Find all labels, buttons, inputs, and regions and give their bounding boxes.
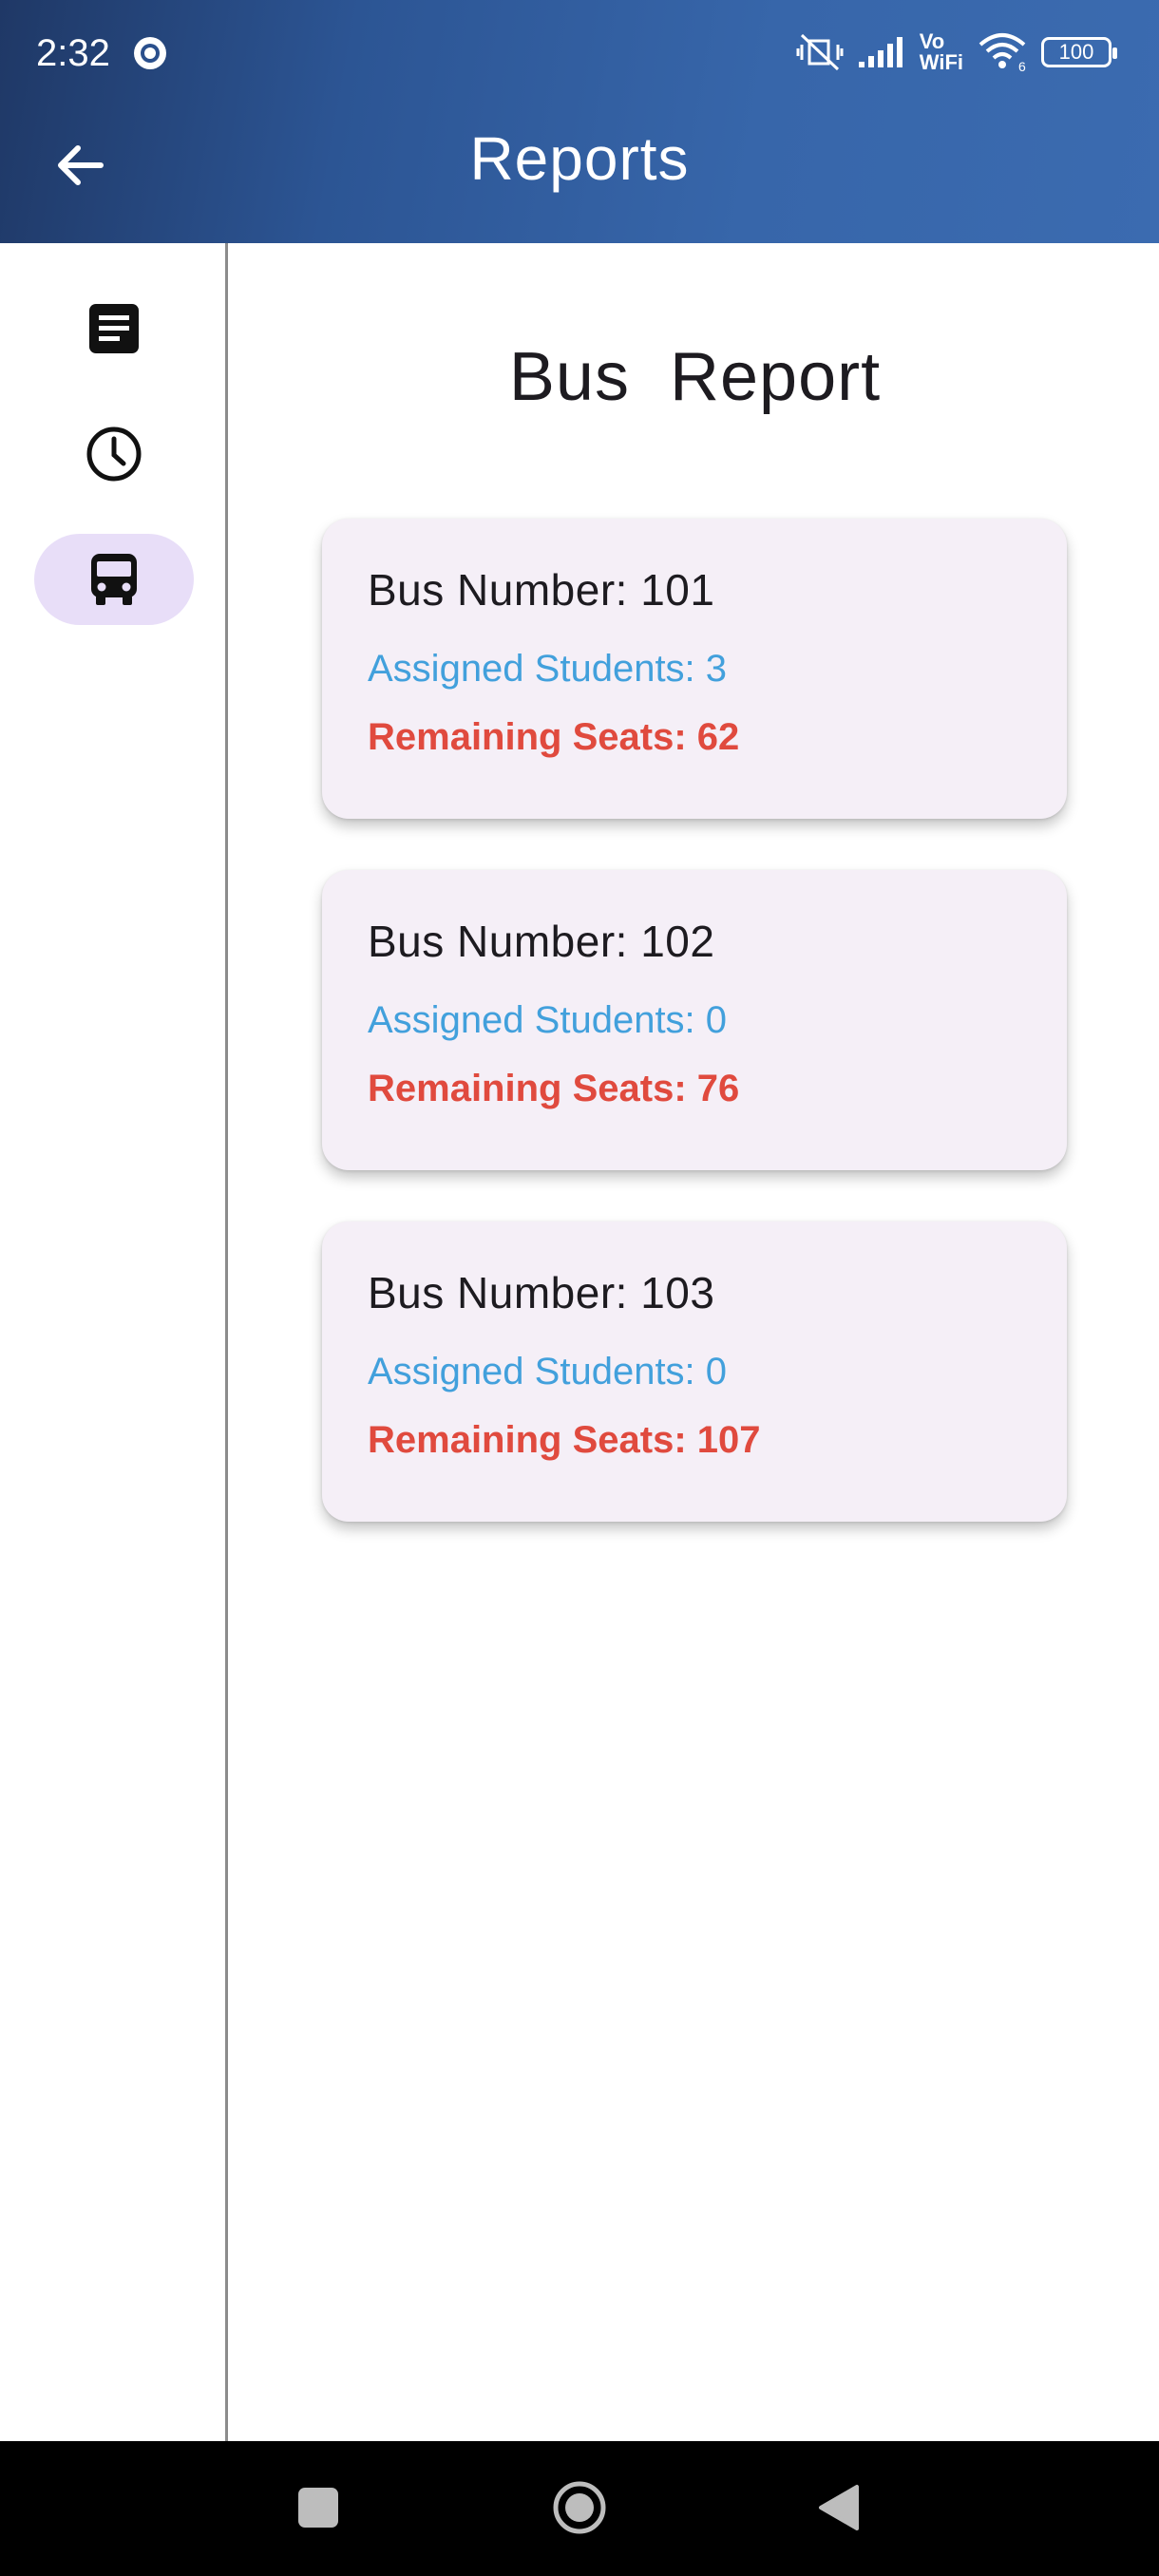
back-triangle-icon <box>819 2485 859 2530</box>
battery-icon: 100 <box>1041 37 1117 67</box>
vowifi-top: Vo <box>919 29 945 53</box>
remaining-seats: Remaining Seats: 107 <box>368 1419 761 1461</box>
remaining-seats: Remaining Seats: 76 <box>368 1068 740 1109</box>
vibrate-off-icon <box>796 31 844 73</box>
article-icon <box>89 304 139 353</box>
screen-record-icon <box>131 34 169 72</box>
rail-item-reports[interactable] <box>34 283 194 374</box>
system-back-button[interactable] <box>801 2470 877 2546</box>
home-circle-icon <box>553 2481 606 2534</box>
assigned-students: Assigned Students: 3 <box>368 648 728 690</box>
home-button[interactable] <box>542 2470 618 2546</box>
wifi-icon: 6 <box>977 31 1028 73</box>
bus-card[interactable]: Bus Number: 102 Assigned Students: 0 Rem… <box>322 870 1067 1170</box>
navigation-rail <box>0 243 228 2441</box>
rail-item-bus[interactable] <box>34 534 194 625</box>
recents-button[interactable] <box>280 2470 356 2546</box>
recents-square-icon <box>298 2488 338 2528</box>
app-title: Reports <box>469 124 690 193</box>
vowifi-bottom: WiFi <box>919 50 963 74</box>
bus-number: Bus Number: 102 <box>368 917 715 966</box>
bus-number: Bus Number: 103 <box>368 1268 715 1317</box>
system-nav-bar <box>0 2441 1159 2576</box>
bus-list: Bus Number: 101 Assigned Students: 3 Rem… <box>322 519 1067 1573</box>
rail-item-history[interactable] <box>34 408 194 500</box>
bus-number: Bus Number: 101 <box>368 565 715 615</box>
app-bar: 2:32 Vo WiFi 6 100 Reports <box>0 0 1159 243</box>
main-content: Bus Report Bus Number: 101 Assigned Stud… <box>231 243 1159 2441</box>
status-time: 2:32 <box>36 32 110 74</box>
bus-card[interactable]: Bus Number: 101 Assigned Students: 3 Rem… <box>322 519 1067 819</box>
bus-card[interactable]: Bus Number: 103 Assigned Students: 0 Rem… <box>322 1222 1067 1522</box>
clock-icon <box>86 426 142 482</box>
remaining-seats: Remaining Seats: 62 <box>368 716 740 758</box>
page-title: Bus Report <box>508 339 882 415</box>
vowifi-label: Vo WiFi <box>920 31 963 73</box>
svg-text:6: 6 <box>1018 59 1026 73</box>
signal-icon <box>857 35 906 69</box>
assigned-students: Assigned Students: 0 <box>368 999 728 1041</box>
battery-level: 100 <box>1058 40 1094 64</box>
bus-icon <box>91 554 137 605</box>
status-icons: Vo WiFi 6 100 <box>796 28 1117 76</box>
assigned-students: Assigned Students: 0 <box>368 1351 728 1392</box>
